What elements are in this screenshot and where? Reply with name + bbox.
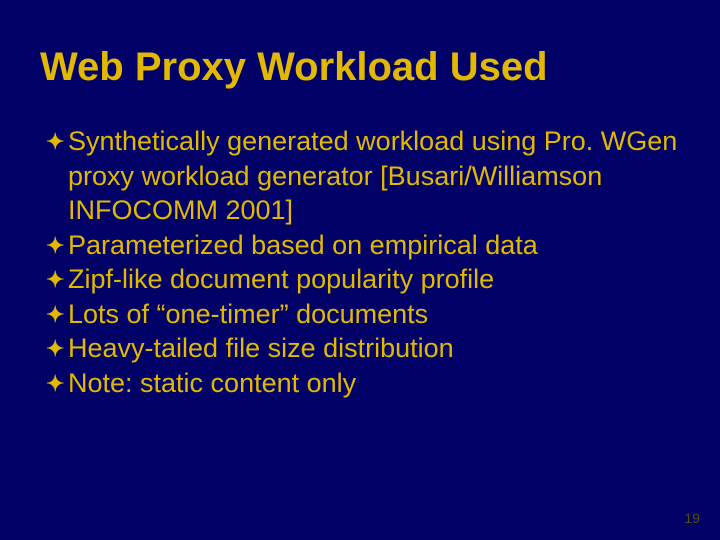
bullet-text: Note: static content only — [68, 366, 680, 401]
star-icon — [46, 263, 68, 297]
star-icon — [46, 125, 68, 159]
star-icon — [46, 229, 68, 263]
list-item: Note: static content only — [46, 366, 680, 401]
star-icon — [46, 367, 68, 401]
star-icon — [46, 332, 68, 366]
bullet-text: Lots of “one-timer” documents — [68, 297, 680, 332]
bullet-text: Synthetically generated workload using P… — [68, 124, 680, 228]
list-item: Lots of “one-timer” documents — [46, 297, 680, 332]
list-item: Zipf-like document popularity profile — [46, 262, 680, 297]
slide-title: Web Proxy Workload Used — [40, 46, 680, 88]
bullet-text: Parameterized based on empirical data — [68, 228, 680, 263]
list-item: Parameterized based on empirical data — [46, 228, 680, 263]
bullet-list: Synthetically generated workload using P… — [40, 124, 680, 400]
bullet-text: Heavy-tailed file size distribution — [68, 331, 680, 366]
list-item: Heavy-tailed file size distribution — [46, 331, 680, 366]
slide: Web Proxy Workload Used Synthetically ge… — [0, 0, 720, 540]
star-icon — [46, 298, 68, 332]
bullet-text: Zipf-like document popularity profile — [68, 262, 680, 297]
list-item: Synthetically generated workload using P… — [46, 124, 680, 228]
page-number: 19 — [684, 510, 700, 526]
